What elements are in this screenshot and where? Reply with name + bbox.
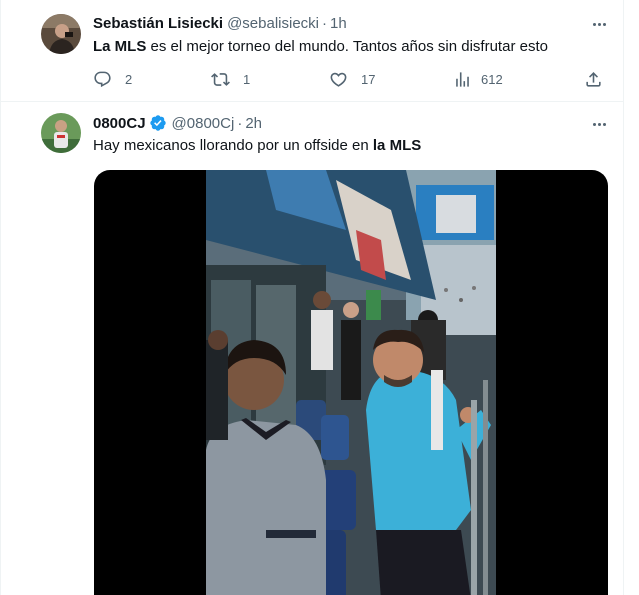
- views-count: 612: [481, 71, 503, 87]
- retweet-icon: [211, 72, 230, 86]
- retweet-count: 1: [243, 71, 251, 87]
- share-icon: [586, 71, 601, 87]
- reply-icon: [94, 71, 111, 87]
- tweet-text: Hay mexicanos llorando por un offside en…: [93, 136, 421, 156]
- avatar[interactable]: [41, 113, 81, 153]
- timestamp[interactable]: 1h: [330, 15, 347, 32]
- tweet-text: La MLS es el mejor torneo del mundo. Tan…: [93, 37, 548, 57]
- tweet-text-body: Hay mexicanos llorando por un offside en: [93, 137, 373, 154]
- user-handle[interactable]: @0800Cj: [172, 115, 235, 132]
- like-button[interactable]: 17: [329, 68, 375, 90]
- tweet-text-body: es el mejor torneo del mundo. Tantos año…: [146, 38, 548, 55]
- tweet-header: Sebastián Lisiecki @sebalisiecki · 1h: [93, 13, 347, 33]
- tweet-text-bold: La MLS: [93, 38, 147, 55]
- tweet[interactable]: 0800CJ @0800Cj · 2h Hay mexicanos lloran…: [1, 102, 623, 595]
- verified-badge-icon: [149, 115, 166, 131]
- tweet-actions: 2 1 17 612: [93, 68, 613, 90]
- separator-dot: ·: [237, 114, 243, 132]
- tweet-text-bold: la MLS: [372, 137, 422, 154]
- more-options-icon[interactable]: [589, 14, 609, 34]
- video-frame[interactable]: [206, 170, 496, 595]
- timeline-right-border: [623, 0, 624, 595]
- stadium-scene-image: [206, 170, 496, 595]
- more-options-icon[interactable]: [589, 114, 609, 134]
- analytics-icon: [456, 71, 469, 87]
- retweet-button[interactable]: 1: [211, 68, 250, 90]
- avatar[interactable]: [41, 14, 81, 54]
- reply-button[interactable]: 2: [93, 68, 132, 90]
- views-button[interactable]: 612: [453, 68, 503, 90]
- separator-dot: ·: [322, 14, 328, 32]
- heart-icon: [330, 72, 347, 87]
- tweet-header: 0800CJ @0800Cj · 2h: [93, 113, 262, 133]
- like-count: 17: [361, 71, 376, 87]
- display-name[interactable]: Sebastián Lisiecki: [93, 15, 223, 32]
- video-player[interactable]: [94, 170, 608, 595]
- user-handle[interactable]: @sebalisiecki: [227, 15, 319, 32]
- scrollbar-track[interactable]: [628, 0, 639, 595]
- display-name[interactable]: 0800CJ: [93, 115, 146, 132]
- tweet[interactable]: Sebastián Lisiecki @sebalisiecki · 1h La…: [1, 0, 623, 102]
- share-button[interactable]: [584, 68, 603, 90]
- reply-count: 2: [125, 71, 133, 87]
- timestamp[interactable]: 2h: [245, 115, 262, 132]
